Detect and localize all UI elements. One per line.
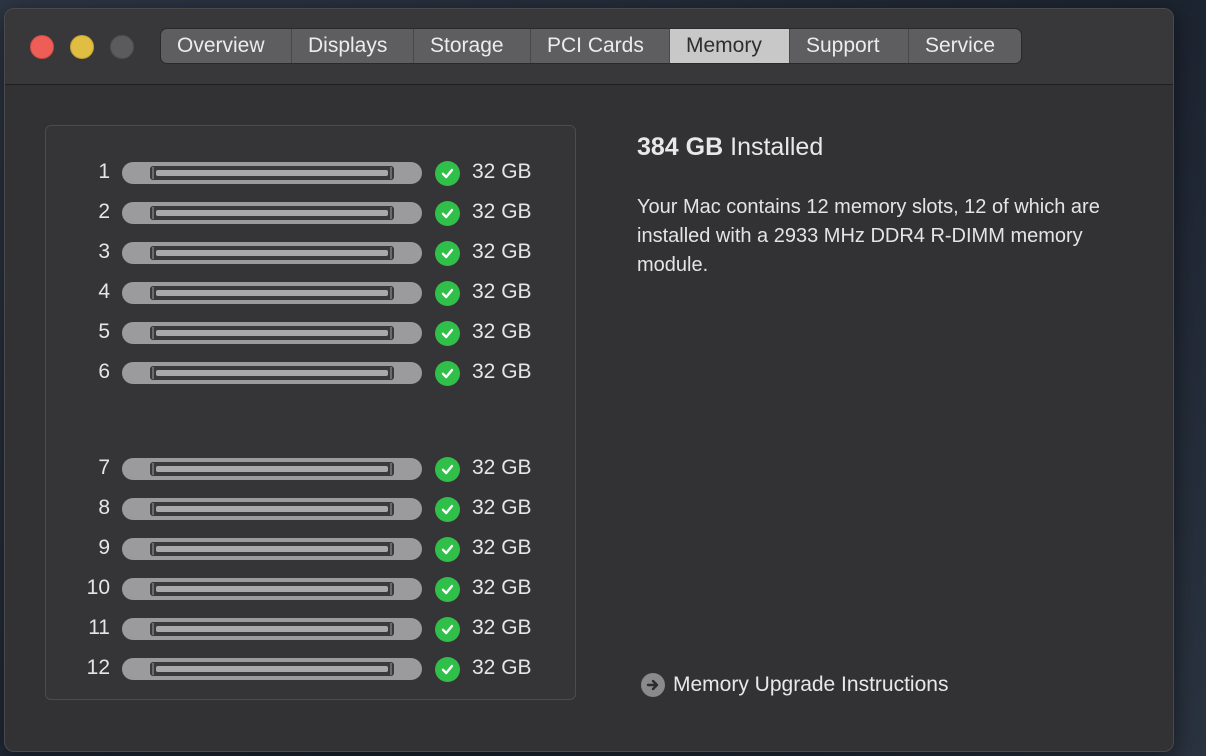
memory-slot-number: 1 [98, 160, 110, 183]
memory-module-icon [122, 498, 422, 520]
memory-slot-number: 3 [98, 240, 110, 263]
minimize-button[interactable] [70, 35, 94, 59]
memory-module-icon [122, 538, 422, 560]
memory-description: Your Mac contains 12 memory slots, 12 of… [637, 196, 1100, 276]
tab-service[interactable]: Service [909, 29, 1021, 63]
checkmark-circle-icon [435, 241, 460, 266]
memory-slot-number: 4 [98, 280, 110, 303]
memory-total: 384 GB Installed [637, 133, 823, 162]
memory-slot-size: 32 GB [472, 656, 532, 679]
memory-slot-row: 6 32 GB [46, 358, 575, 388]
memory-upgrade-label[interactable]: Memory Upgrade Instructions [673, 673, 948, 697]
checkmark-circle-icon [435, 161, 460, 186]
checkmark-circle-icon [435, 537, 460, 562]
memory-module-icon [122, 202, 422, 224]
memory-slot-number: 9 [98, 536, 110, 559]
tab-pci-cards[interactable]: PCI Cards [531, 29, 670, 63]
memory-module-icon [122, 362, 422, 384]
zoom-button [110, 35, 134, 59]
memory-slot-row: 5 32 GB [46, 318, 575, 348]
memory-module-icon [122, 458, 422, 480]
checkmark-circle-icon [435, 617, 460, 642]
close-button[interactable] [30, 35, 54, 59]
memory-slot-row: 4 32 GB [46, 278, 575, 308]
memory-slot-size: 32 GB [472, 200, 532, 223]
memory-slot-size: 32 GB [472, 360, 532, 383]
memory-slot-size: 32 GB [472, 456, 532, 479]
tab-memory[interactable]: Memory [670, 29, 790, 63]
memory-module-icon [122, 618, 422, 640]
memory-slot-number: 2 [98, 200, 110, 223]
memory-slot-size: 32 GB [472, 536, 532, 559]
memory-slot-size: 32 GB [472, 576, 532, 599]
memory-slot-row: 7 32 GB [46, 454, 575, 484]
memory-module-icon [122, 658, 422, 680]
checkmark-circle-icon [435, 577, 460, 602]
memory-module-icon [122, 162, 422, 184]
checkmark-circle-icon [435, 657, 460, 682]
tab-storage[interactable]: Storage [414, 29, 531, 63]
memory-slot-size: 32 GB [472, 160, 532, 183]
arrow-circle-right-icon[interactable] [641, 673, 665, 697]
title-bar: Overview Displays Storage PCI Cards Memo… [5, 9, 1173, 85]
memory-slot-size: 32 GB [472, 320, 532, 343]
tab-bar: Overview Displays Storage PCI Cards Memo… [161, 29, 1021, 63]
checkmark-circle-icon [435, 321, 460, 346]
memory-module-icon [122, 282, 422, 304]
checkmark-circle-icon [435, 201, 460, 226]
memory-total-amount: 384 GB [637, 133, 724, 161]
checkmark-circle-icon [435, 457, 460, 482]
memory-slots-panel: 1 32 GB 2 32 GB 3 32 GB 4 32 GB 5 32 GB 6 32 GB 7 32 … [45, 125, 576, 700]
memory-slot-row: 11 32 GB [46, 614, 575, 644]
memory-slot-size: 32 GB [472, 496, 532, 519]
tab-overview[interactable]: Overview [161, 29, 292, 63]
memory-slot-size: 32 GB [472, 616, 532, 639]
memory-slot-number: 10 [86, 576, 110, 599]
memory-module-icon [122, 322, 422, 344]
checkmark-circle-icon [435, 497, 460, 522]
about-this-mac-window: Overview Displays Storage PCI Cards Memo… [4, 8, 1174, 752]
memory-slot-size: 32 GB [472, 240, 532, 263]
memory-slot-row: 1 32 GB [46, 158, 575, 188]
memory-slot-number: 5 [98, 320, 110, 343]
checkmark-circle-icon [435, 281, 460, 306]
memory-module-icon [122, 578, 422, 600]
tab-support[interactable]: Support [790, 29, 909, 63]
memory-slot-row: 9 32 GB [46, 534, 575, 564]
memory-module-icon [122, 242, 422, 264]
memory-slot-row: 2 32 GB [46, 198, 575, 228]
checkmark-circle-icon [435, 361, 460, 386]
memory-slot-row: 8 32 GB [46, 494, 575, 524]
memory-slot-number: 6 [98, 360, 110, 383]
memory-slot-size: 32 GB [472, 280, 532, 303]
tab-displays[interactable]: Displays [292, 29, 414, 63]
memory-total-suffix: Installed [730, 133, 824, 161]
memory-slot-row: 10 32 GB [46, 574, 575, 604]
memory-slot-number: 12 [86, 656, 110, 679]
memory-slot-number: 8 [98, 496, 110, 519]
memory-slot-row: 12 32 GB [46, 654, 575, 684]
memory-slot-number: 7 [98, 456, 110, 479]
memory-upgrade-link[interactable]: Memory Upgrade Instructions [641, 673, 948, 697]
memory-slot-number: 11 [88, 616, 110, 639]
memory-slot-row: 3 32 GB [46, 238, 575, 268]
